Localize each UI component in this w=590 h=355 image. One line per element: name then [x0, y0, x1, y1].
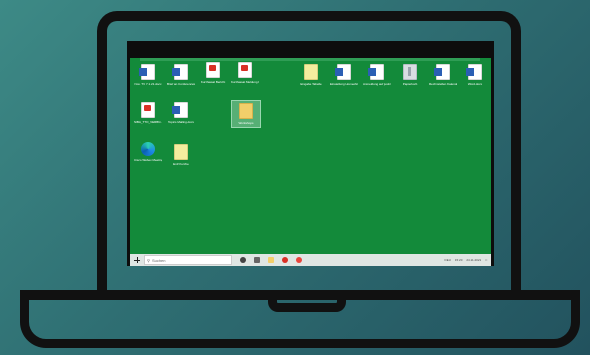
desktop-icon-label: Topics Mailing.docx	[167, 120, 194, 124]
desktop-icon[interactable]: Word.docx	[461, 64, 489, 86]
screen-bezel: Nov. TV 7.1.21.docx Brief an Conferencet…	[127, 41, 494, 266]
recycle-bin-icon	[403, 64, 417, 80]
word-document-icon	[139, 64, 155, 80]
desktop-icon[interactable]: Cisco Webex Meetings	[134, 142, 162, 162]
desktop-icon-label: Brief an Conferencetabel.docx	[167, 82, 195, 86]
spreadsheet-icon	[174, 144, 188, 160]
desktop-icon[interactable]: Papierkorb	[396, 64, 424, 86]
desktop: Nov. TV 7.1.21.docx Brief an Conferencet…	[130, 58, 491, 266]
folder-icon	[239, 103, 253, 119]
webex-icon	[141, 142, 155, 156]
notification-icon[interactable]: □	[485, 258, 487, 262]
word-document-icon	[434, 64, 450, 80]
desktop-icon-label: Kurzfassat Meldung Beginft	[231, 80, 259, 84]
desktop-icon-selected[interactable]: Workshops	[231, 100, 261, 128]
windows-start-icon[interactable]	[134, 257, 140, 263]
word-document-icon	[368, 64, 384, 80]
word-document-icon	[466, 64, 482, 80]
desktop-icon[interactable]: Brief an Conferencetabel.docx	[167, 64, 195, 86]
file-explorer-icon[interactable]	[268, 257, 274, 263]
desktop-icon-label: Word.docx	[467, 82, 483, 86]
desktop-icon-label: Anmeldung auf justiz.docx	[363, 82, 391, 86]
spreadsheet-icon	[304, 64, 318, 80]
screen-top-strip	[140, 58, 480, 61]
desktop-icon[interactable]: Entf Kurzbe	[167, 144, 195, 166]
system-tray: DEU 15:20 24.11.2021 □	[445, 258, 487, 262]
search-icon: ⚲	[147, 257, 150, 263]
desktop-icon[interactable]: Rechnstellen Kalender computer	[429, 64, 457, 86]
clock[interactable]: 15:20	[455, 258, 463, 262]
desktop-icon-label: SIBA_TTO_VERBN...	[134, 120, 162, 124]
desktop-icon-label: Papierkorb	[402, 82, 418, 86]
date[interactable]: 24.11.2021	[466, 258, 481, 262]
word-document-icon	[172, 102, 188, 118]
desktop-icon-label: Kurzfassat Bericht	[200, 80, 226, 84]
search-placeholder: Suchen	[151, 257, 166, 263]
desktop-icon[interactable]: Einstellung Homeofice.docx	[330, 64, 358, 86]
desktop-icon[interactable]: Nov. TV 7.1.21.docx	[134, 64, 162, 86]
desktop-icon-label: Entf Kurzbe	[173, 162, 189, 166]
app-icon[interactable]	[282, 257, 288, 263]
desktop-icon[interactable]: Topics Mailing.docx	[167, 102, 195, 124]
laptop-notch	[268, 290, 346, 312]
desktop-icon-label: Eingabe Tabelle	[300, 82, 322, 86]
word-document-icon	[335, 64, 351, 80]
desktop-icon-label: Einstellung Homeofice.docx	[330, 82, 358, 86]
app-icon[interactable]	[296, 257, 302, 263]
desktop-icon[interactable]: Eingabe Tabelle	[297, 64, 325, 86]
desktop-icon[interactable]: Kurzfassat Meldung Beginft	[231, 62, 259, 84]
pdf-document-icon	[238, 62, 252, 78]
pdf-document-icon	[141, 102, 155, 118]
taskbar: ⚲ Suchen DEU 15:20 24.11.2021 □	[130, 254, 491, 266]
cortana-icon[interactable]	[240, 257, 246, 263]
desktop-icon-label: Rechnstellen Kalender computer	[429, 82, 457, 86]
desktop-icon[interactable]: SIBA_TTO_VERBN...	[134, 102, 162, 124]
desktop-icon[interactable]: Anmeldung auf justiz.docx	[363, 64, 391, 86]
task-view-icon[interactable]	[254, 257, 260, 263]
desktop-icon-label: Cisco Webex Meetings	[134, 158, 162, 162]
pdf-document-icon	[206, 62, 220, 78]
taskbar-search-input[interactable]: ⚲ Suchen	[144, 255, 232, 265]
desktop-icon-label: Workshops	[238, 121, 254, 125]
language-indicator[interactable]: DEU	[445, 258, 451, 262]
desktop-icon-label: Nov. TV 7.1.21.docx	[134, 82, 162, 86]
word-document-icon	[172, 64, 188, 80]
desktop-icon[interactable]: Kurzfassat Bericht	[199, 62, 227, 84]
